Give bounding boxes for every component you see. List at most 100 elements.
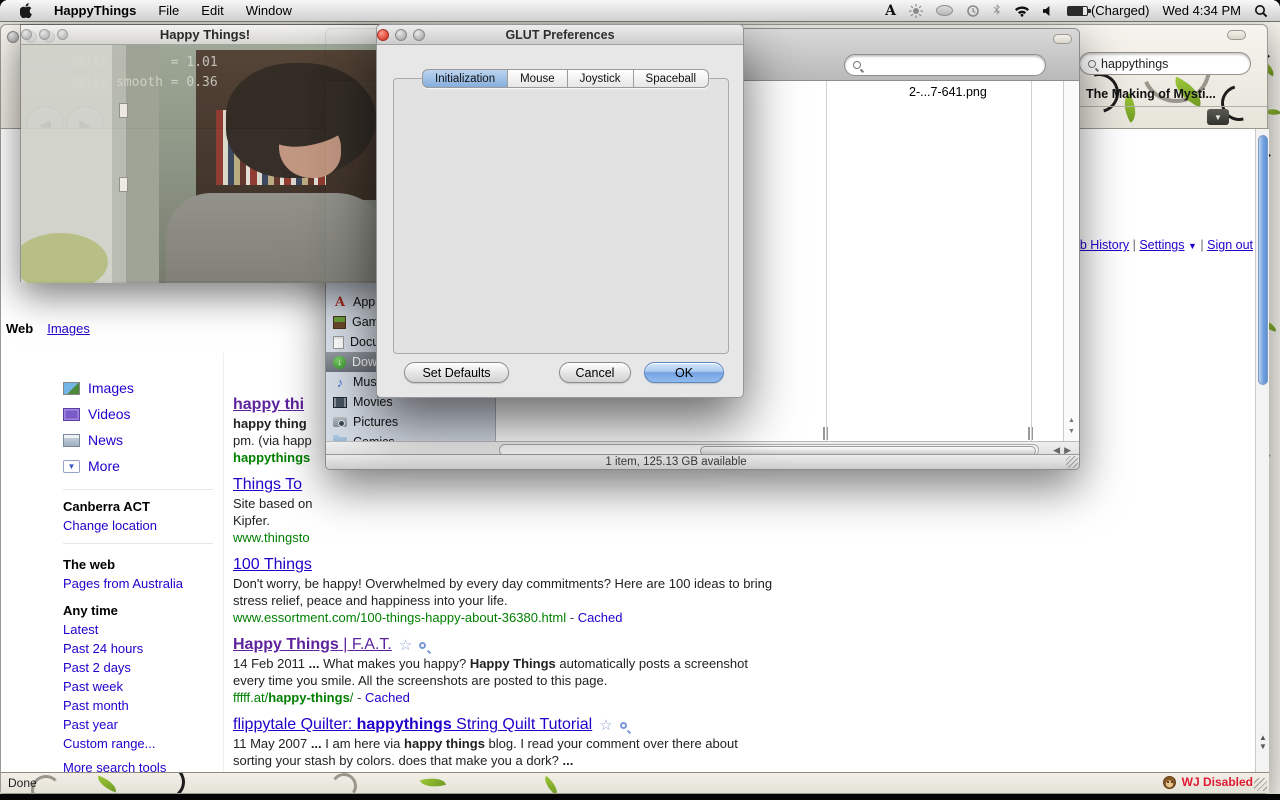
- scroll-arrows[interactable]: ▲ ▼: [1064, 415, 1079, 437]
- zoom-button[interactable]: [57, 29, 68, 40]
- time-filter-past-year[interactable]: Past year: [63, 717, 118, 732]
- dock-strip: [0, 794, 1280, 800]
- search-result: flippytale Quilter: happythings String Q…: [233, 713, 793, 774]
- time-filter-past-24-hours[interactable]: Past 24 hours: [63, 641, 143, 656]
- column-divider[interactable]: [826, 81, 827, 441]
- close-button[interactable]: [7, 31, 19, 43]
- column-resize-handle[interactable]: [1027, 427, 1034, 440]
- menu-clock[interactable]: Wed 4:34 PM: [1162, 3, 1241, 18]
- window-title: Happy Things!: [159, 27, 251, 42]
- browser-search-field[interactable]: happythings: [1079, 52, 1251, 75]
- finder-search-field[interactable]: [844, 54, 1046, 76]
- toolbar-divider: [1077, 106, 1267, 107]
- column-divider[interactable]: [1031, 81, 1032, 441]
- settings-link[interactable]: Settings: [1139, 238, 1184, 252]
- preferences-group-box: [393, 78, 729, 354]
- tab-spaceball[interactable]: Spaceball: [633, 69, 710, 88]
- preview-magnifier-icon[interactable]: [419, 641, 427, 649]
- tab-joystick[interactable]: Joystick: [567, 69, 634, 88]
- menu-file[interactable]: File: [147, 3, 190, 18]
- scrollbar-thumb[interactable]: [1257, 135, 1268, 385]
- search-result: Happy Things | F.A.T. ☆ 14 Feb 2011 ... …: [233, 633, 793, 713]
- star-icon[interactable]: ☆: [599, 716, 612, 734]
- sidebar-item-news[interactable]: News: [63, 429, 123, 451]
- time-filter-latest[interactable]: Latest: [63, 622, 98, 637]
- tab-mouse[interactable]: Mouse: [508, 69, 568, 88]
- menu-edit[interactable]: Edit: [190, 3, 234, 18]
- minimize-button[interactable]: [39, 29, 50, 40]
- column-resize-handle[interactable]: [822, 427, 829, 440]
- resize-grip[interactable]: [1066, 456, 1078, 468]
- cached-link[interactable]: Cached: [578, 610, 623, 625]
- set-defaults-button[interactable]: Set Defaults: [404, 362, 509, 383]
- documents-icon: [333, 335, 344, 349]
- page-title: The Making of Mysti...: [1086, 87, 1216, 101]
- nav-images-link[interactable]: Images: [47, 321, 90, 336]
- change-location-link[interactable]: Change location: [63, 518, 157, 533]
- time-filter-past-2-days[interactable]: Past 2 days: [63, 660, 131, 675]
- wj-disabled-status[interactable]: WJ Disabled: [1182, 775, 1253, 789]
- greasemonkey-icon[interactable]: [1162, 775, 1176, 789]
- toolbar-toggle-lozenge[interactable]: [1227, 30, 1246, 40]
- close-button[interactable]: [21, 29, 32, 40]
- smile-metrics-overlay: smile = 1.01 smile smooth = 0.36: [69, 55, 218, 90]
- finder-vertical-scrollbar[interactable]: ▲ ▼: [1063, 81, 1079, 441]
- bookmark-dropdown-icon[interactable]: ▼: [1207, 109, 1229, 125]
- star-icon[interactable]: ☆: [399, 636, 412, 654]
- sidebar-item-more[interactable]: ▼ More: [63, 455, 120, 477]
- result-title-link[interactable]: flippytale Quilter: happythings String Q…: [233, 716, 592, 734]
- menu-window[interactable]: Window: [235, 3, 303, 18]
- glut-preferences-dialog: GLUT Preferences Initialization Mouse Joys…: [376, 24, 744, 398]
- result-url: www.thingsto: [233, 530, 310, 545]
- pages-from-australia-link[interactable]: Pages from Australia: [63, 576, 183, 591]
- wifi-icon[interactable]: [1014, 5, 1030, 17]
- volume-icon[interactable]: [1042, 5, 1054, 17]
- time-filter-custom-range-[interactable]: Custom range...: [63, 736, 156, 751]
- dialog-title-bar[interactable]: GLUT Preferences: [377, 25, 743, 45]
- tab-initialization[interactable]: Initialization: [422, 69, 509, 88]
- music-icon: ♪: [336, 374, 344, 390]
- battery-status[interactable]: (Charged): [1066, 3, 1149, 18]
- apple-menu-icon[interactable]: [10, 3, 43, 18]
- file-item[interactable]: 2-...7-641.png: [909, 85, 987, 99]
- sidebar-item-images[interactable]: Images: [63, 377, 134, 399]
- preview-magnifier-icon[interactable]: [619, 721, 627, 729]
- menu-bar: HappyThings File Edit Window A (Charged) We…: [0, 0, 1280, 22]
- settings-caret-icon[interactable]: ▼: [1188, 241, 1197, 251]
- result-title-link[interactable]: 100 Things: [233, 556, 312, 574]
- menu-happythings[interactable]: HappyThings: [43, 3, 147, 18]
- item-count-status: 1 item, 125.13 GB available: [605, 456, 747, 468]
- brightness-icon[interactable]: [908, 3, 923, 18]
- time-filter-past-week[interactable]: Past week: [63, 679, 123, 694]
- bluetooth-icon[interactable]: [993, 4, 1001, 17]
- spotlight-icon[interactable]: [1254, 4, 1268, 18]
- more-icon: ▼: [63, 459, 80, 473]
- scrollbar-arrows[interactable]: ▲ ▼: [1256, 733, 1269, 751]
- result-snippet: stress relief, peace and happiness into …: [233, 593, 508, 608]
- sidebar-item-videos[interactable]: Videos: [63, 403, 131, 425]
- result-title-link[interactable]: happy thi: [233, 396, 304, 414]
- browser-status-bar: Done WJ Disabled: [1, 772, 1269, 793]
- ok-button[interactable]: OK: [644, 362, 724, 383]
- sidebar-separator: [223, 353, 224, 774]
- webcam-title-bar[interactable]: Happy Things!: [21, 25, 389, 45]
- sign-out-link[interactable]: Sign out: [1207, 238, 1253, 252]
- any-time-header: Any time: [63, 603, 118, 618]
- app-status-icon[interactable]: A: [885, 3, 896, 19]
- result-snippet: every time you smile. All the screenshot…: [233, 673, 608, 688]
- growl-icon[interactable]: [935, 5, 953, 16]
- result-title-link[interactable]: Things To: [233, 476, 302, 494]
- nav-web-label: Web: [6, 321, 34, 336]
- web-header: The web: [63, 557, 116, 572]
- result-title-link[interactable]: Happy Things | F.A.T.: [233, 636, 392, 654]
- page-scrollbar[interactable]: ▲ ▼: [1255, 129, 1269, 774]
- cached-link[interactable]: Cached: [365, 690, 410, 705]
- time-machine-icon[interactable]: [966, 4, 980, 18]
- toolbar-toggle-lozenge[interactable]: [1053, 34, 1072, 44]
- sidebar-item-pictures[interactable]: Pictures: [326, 412, 496, 432]
- resize-grip[interactable]: [1254, 778, 1267, 791]
- result-snippet: Don't worry, be happy! Overwhelmed by ev…: [233, 576, 773, 591]
- cancel-button[interactable]: Cancel: [559, 362, 631, 383]
- time-filter-past-month[interactable]: Past month: [63, 698, 129, 713]
- downloads-icon: ↓: [333, 355, 346, 369]
